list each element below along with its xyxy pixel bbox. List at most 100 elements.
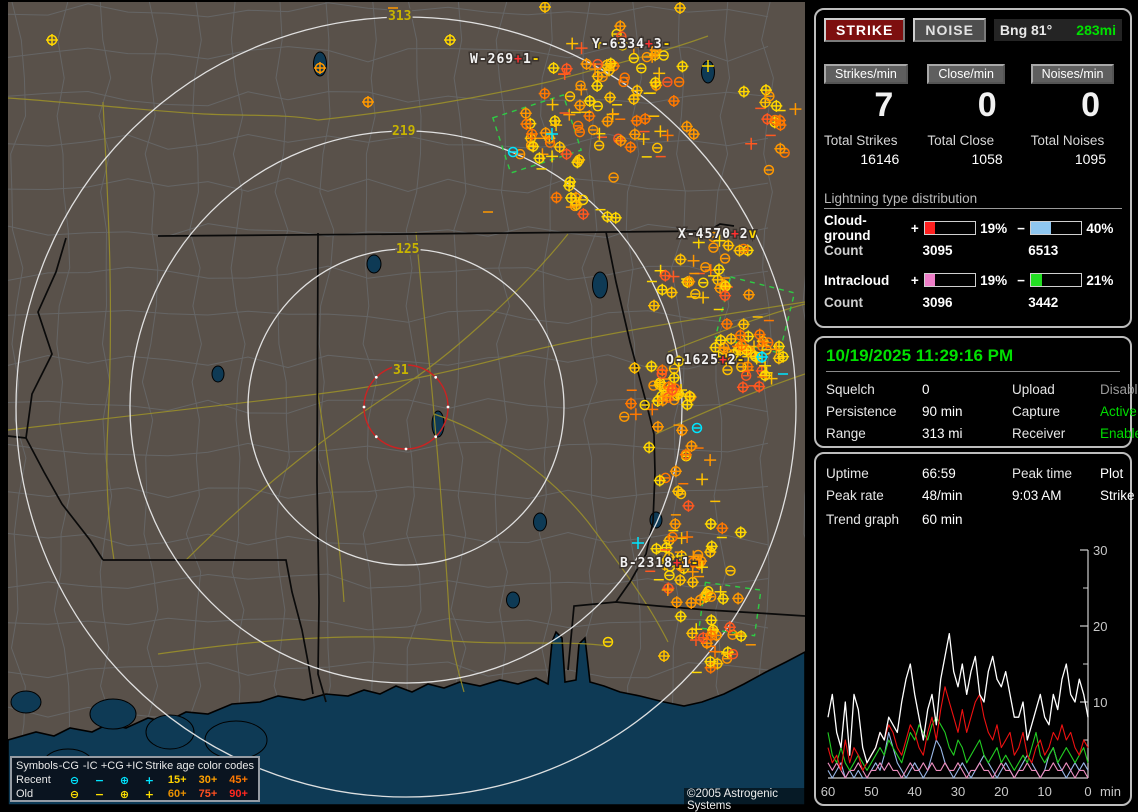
legend-old-row: Old ⊖ − ⊕ + 60+ 75+ 90+ xyxy=(16,787,254,801)
plus-icon: + xyxy=(144,773,154,787)
strike-stats-panel: STRIKE NOISE Bng 81° 283mi Strikes/min 7… xyxy=(814,8,1132,328)
strikes-per-min-button[interactable]: Strikes/min xyxy=(824,64,908,84)
age-15: 15+ xyxy=(167,773,187,786)
minus-sign: − xyxy=(1017,220,1026,236)
capture-status: Active xyxy=(1100,404,1137,419)
intracloud-row: Intracloud + 19% − 21% xyxy=(824,269,1122,291)
legend-header-row: Symbols -CG -IC +CG +IC Strike age color… xyxy=(16,759,254,773)
svg-text:50: 50 xyxy=(864,784,878,799)
age-60: 60+ xyxy=(167,787,187,800)
bearing-distance: 283mi xyxy=(1076,22,1116,38)
legend-col-neg-cg: -CG xyxy=(58,759,79,772)
distribution-title: Lightning type distribution xyxy=(824,191,1122,209)
intracloud-label: Intracloud xyxy=(824,272,890,288)
strikes-column: Strikes/min 7 Total Strikes 16146 xyxy=(824,64,915,167)
neg-ic-pct: 21% xyxy=(1086,272,1114,288)
legend-col-neg-ic: -IC xyxy=(82,759,98,772)
datetime-display: 10/19/2025 11:29:16 PM xyxy=(826,346,1120,372)
svg-text:10: 10 xyxy=(1093,695,1107,710)
age-45: 45+ xyxy=(229,773,248,786)
count-label: Count xyxy=(824,243,863,258)
peak-time-label: Peak time xyxy=(1012,466,1073,481)
trend-graph-window: 60 min xyxy=(922,512,963,527)
status-panel: 10/19/2025 11:29:16 PM Squelch 0 Upload … xyxy=(814,336,1138,448)
peak-rate-value: 48/min xyxy=(922,488,963,503)
count-label: Count xyxy=(824,295,863,310)
map-canvas: 313 219 125 31 W-269+1- Y-6334+3- X-4570+2v O-1… xyxy=(8,2,805,805)
intracloud-count-row: Count 3096 3442 xyxy=(824,295,1122,313)
svg-text:31: 31 xyxy=(393,363,409,378)
copyright-text: ©2005 Astrogenic Systems xyxy=(684,788,805,812)
app-window: 313 219 125 31 W-269+1- Y-6334+3- X-4570+2v O-1… xyxy=(0,0,1138,812)
total-strikes-label: Total Strikes xyxy=(824,133,898,148)
uptime-label: Uptime xyxy=(826,466,869,481)
pos-cg-count: 3095 xyxy=(922,243,953,258)
neg-ic-bar xyxy=(1030,273,1083,287)
minus-icon: − xyxy=(94,773,105,787)
minus-sign: − xyxy=(1017,272,1026,288)
noises-per-min-button[interactable]: Noises/min xyxy=(1030,64,1115,84)
neg-ic-count: 3442 xyxy=(1028,295,1059,310)
svg-text:X-4570+2v: X-4570+2v xyxy=(678,227,757,242)
plot-label: Plot xyxy=(1100,466,1124,481)
trend-graph-label: Trend graph xyxy=(826,512,900,527)
noises-column: Noises/min 0 Total Noises 1095 xyxy=(1030,64,1122,167)
strike-button[interactable]: STRIKE xyxy=(824,18,906,42)
bearing-label: Bng 81° xyxy=(999,22,1053,38)
pos-cg-pct: 19% xyxy=(980,220,1008,236)
squelch-value: 0 xyxy=(922,382,930,397)
trend-panel: Uptime 66:59 Peak time Plot Peak rate 48… xyxy=(814,452,1135,806)
close-per-min-value: 0 xyxy=(977,86,997,124)
svg-text:O-1625+2-: O-1625+2- xyxy=(666,353,745,368)
legend-age-title: Strike age color codes xyxy=(145,759,254,772)
total-noises-value: 1095 xyxy=(1074,151,1106,167)
total-noises-label: Total Noises xyxy=(1030,133,1105,148)
svg-text:0: 0 xyxy=(1084,784,1091,799)
circled-minus-icon: ⊖ xyxy=(69,773,80,787)
svg-text:min: min xyxy=(1100,784,1121,799)
total-close-label: Total Close xyxy=(927,133,995,148)
pos-ic-pct: 19% xyxy=(980,272,1008,288)
plus-sign: + xyxy=(910,220,919,236)
svg-text:60: 60 xyxy=(821,784,835,799)
lightning-map[interactable]: 313 219 125 31 W-269+1- Y-6334+3- X-4570+2v O-1… xyxy=(8,2,805,812)
age-90: 90+ xyxy=(229,787,248,800)
capture-label: Capture xyxy=(1012,404,1061,419)
uptime-value: 66:59 xyxy=(922,466,956,481)
range-value: 313 mi xyxy=(922,426,963,441)
legend-col-pos-cg: +CG xyxy=(100,759,124,772)
legend-recent-row: Recent ⊖ − ⊕ + 15+ 30+ 45+ xyxy=(16,773,254,787)
legend-old-label: Old xyxy=(16,787,34,800)
total-strikes-value: 16146 xyxy=(860,151,900,167)
pos-cg-bar xyxy=(924,221,977,235)
upload-label: Upload xyxy=(1012,382,1055,397)
neg-cg-bar xyxy=(1030,221,1083,235)
svg-text:Y-6334+3-: Y-6334+3- xyxy=(592,37,671,52)
plus-sign: + xyxy=(910,272,919,288)
svg-text:219: 219 xyxy=(392,124,415,139)
legend-symbols-label: Symbols xyxy=(16,759,59,772)
svg-text:30: 30 xyxy=(951,784,965,799)
close-per-min-button[interactable]: Close/min xyxy=(927,64,1005,84)
plus-icon: + xyxy=(144,787,154,801)
persistence-value: 90 min xyxy=(922,404,963,419)
peak-rate-label: Peak rate xyxy=(826,488,884,503)
svg-text:40: 40 xyxy=(907,784,921,799)
svg-text:313: 313 xyxy=(388,9,411,24)
svg-text:W-269+1-: W-269+1- xyxy=(470,52,541,67)
total-close-value: 1058 xyxy=(971,151,1003,167)
cloud-ground-row: Cloud-ground + 19% − 40% xyxy=(824,213,1122,243)
trend-graph: 10 20 30 60 50 40 30 20 10 0 min xyxy=(821,543,1121,799)
svg-text:20: 20 xyxy=(1093,619,1107,634)
noise-button[interactable]: NOISE xyxy=(913,18,986,42)
neg-cg-count: 6513 xyxy=(1028,243,1059,258)
persistence-label: Persistence xyxy=(826,404,897,419)
close-column: Close/min 0 Total Close 1058 xyxy=(927,64,1018,167)
circled-plus-icon: ⊕ xyxy=(119,773,130,787)
upload-status: Disabled xyxy=(1100,382,1138,397)
age-75: 75+ xyxy=(198,787,218,800)
legend-recent-label: Recent xyxy=(16,773,51,786)
legend-col-pos-ic: +IC xyxy=(125,759,144,772)
pos-ic-count: 3096 xyxy=(922,295,953,310)
bearing-display: Bng 81° 283mi xyxy=(993,19,1122,41)
